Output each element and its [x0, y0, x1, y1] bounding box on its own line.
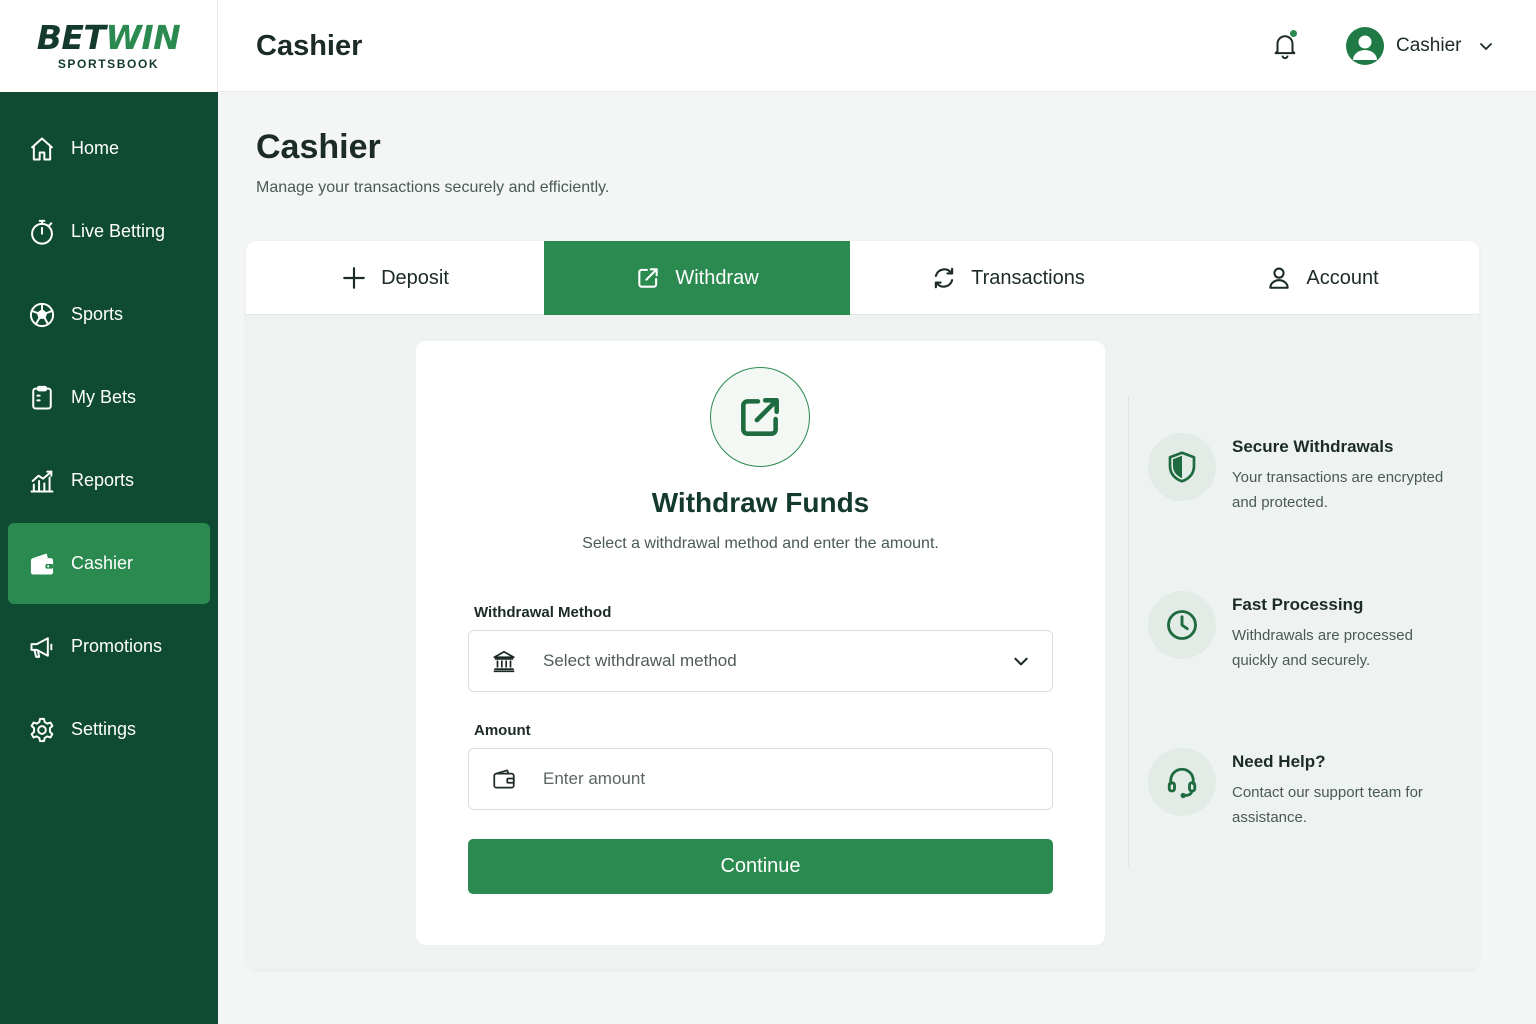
info-divider [1128, 396, 1129, 866]
clock-badge [1148, 591, 1216, 659]
sidebar-item-label: Settings [71, 719, 137, 739]
sidebar-item-cashier[interactable]: Cashier [8, 523, 210, 604]
sidebar-item-promotions[interactable]: Promotions [8, 606, 210, 687]
tab-transactions[interactable]: Transactions [850, 241, 1166, 315]
cashier-card: Deposit Withdraw Transactions Account Wi… [246, 241, 1479, 969]
top-bar: Cashier Cashier [218, 0, 1536, 92]
tab-label: Transactions [971, 266, 1085, 289]
sidebar-item-label: Promotions [71, 636, 163, 656]
info-text: Contact our support team for assistance. [1232, 784, 1423, 826]
tab-label: Withdraw [675, 266, 759, 289]
cashier-tabs: Deposit Withdraw Transactions Account [246, 241, 1479, 315]
tab-label: Deposit [381, 266, 449, 289]
sidebar-item-settings[interactable]: Settings [8, 689, 210, 770]
headset-badge [1148, 748, 1216, 816]
gear-icon [30, 717, 54, 742]
withdrawal-method-select[interactable]: Select withdrawal method [468, 630, 1053, 692]
sidebar-item-label: Cashier [71, 553, 134, 573]
form-subtitle: Select a withdrawal method and enter the… [582, 535, 939, 552]
clipboard-icon [32, 385, 52, 409]
sidebar-item-live-betting[interactable]: Live Betting [8, 191, 210, 272]
megaphone-icon [30, 636, 53, 658]
amount-input[interactable] [543, 769, 1052, 789]
plus-icon [343, 267, 365, 289]
info-text: Withdrawals are processed quickly and se… [1232, 627, 1413, 669]
wallet-icon [30, 553, 54, 574]
amount-label: Amount [474, 722, 531, 739]
page-title: Cashier [256, 128, 381, 166]
bank-icon [493, 650, 515, 673]
sidebar-item-my-bets[interactable]: My Bets [8, 357, 210, 438]
shield-badge [1148, 433, 1216, 501]
refresh-icon [934, 267, 954, 289]
shield-icon [1168, 451, 1196, 483]
avatar[interactable] [1346, 27, 1384, 65]
sidebar-nav: Home Live Betting Sports My Bets Reports… [8, 108, 210, 772]
user-icon [1269, 267, 1290, 289]
chevron-down-icon [1014, 657, 1028, 666]
chevron-down-icon[interactable] [1478, 38, 1494, 54]
user-menu-label[interactable]: Cashier [1396, 35, 1461, 57]
topbar-title: Cashier [256, 30, 363, 62]
clock-icon [1167, 610, 1197, 640]
wallet-icon [493, 769, 515, 789]
withdraw-badge [710, 367, 810, 467]
info-title: Secure Withdrawals [1232, 437, 1394, 456]
form-title: Withdraw Funds [651, 487, 870, 518]
page-subtitle: Manage your transactions securely and ef… [256, 179, 610, 196]
sidebar-item-label: Sports [71, 304, 124, 324]
sidebar-item-home[interactable]: Home [8, 108, 210, 189]
sidebar: BETWIN SPORTSBOOK Home Live Betting Spor… [0, 0, 218, 1024]
tab-label: Account [1306, 266, 1379, 289]
info-title: Need Help? [1232, 752, 1326, 771]
info-title: Fast Processing [1232, 595, 1364, 614]
sidebar-item-reports[interactable]: Reports [8, 440, 210, 521]
sidebar-item-sports[interactable]: Sports [8, 274, 210, 355]
external-link-icon [741, 398, 779, 436]
withdraw-form: Withdraw Funds Select a withdrawal metho… [416, 341, 1105, 945]
user-avatar-icon [1353, 35, 1377, 60]
notification-dot [1289, 29, 1298, 38]
withdrawal-method-label: Withdrawal Method [474, 604, 612, 621]
notifications-button[interactable] [1270, 29, 1300, 62]
tab-account[interactable]: Account [1166, 241, 1479, 315]
headset-icon [1167, 767, 1197, 799]
sidebar-item-label: My Bets [71, 387, 137, 407]
brand-logo[interactable]: BETWIN SPORTSBOOK [0, 0, 218, 92]
external-link-icon [638, 268, 659, 288]
info-text: Your transactions are encrypted and prot… [1232, 469, 1444, 511]
stopwatch-icon [31, 219, 53, 245]
chart-icon [30, 470, 54, 492]
home-icon [30, 137, 54, 160]
sidebar-item-label: Live Betting [71, 221, 166, 241]
sidebar-item-label: Home [71, 138, 120, 158]
tab-deposit[interactable]: Deposit [246, 241, 544, 315]
brand-tagline: SPORTSBOOK [57, 57, 160, 71]
sidebar-item-label: Reports [71, 470, 135, 490]
continue-button[interactable]: Continue [468, 839, 1053, 894]
withdrawal-method-value: Select withdrawal method [543, 651, 737, 670]
tab-withdraw[interactable]: Withdraw [544, 241, 850, 315]
amount-field[interactable] [468, 748, 1053, 810]
brand-wordmark: BETWIN [36, 18, 181, 57]
soccer-ball-icon [29, 302, 55, 327]
